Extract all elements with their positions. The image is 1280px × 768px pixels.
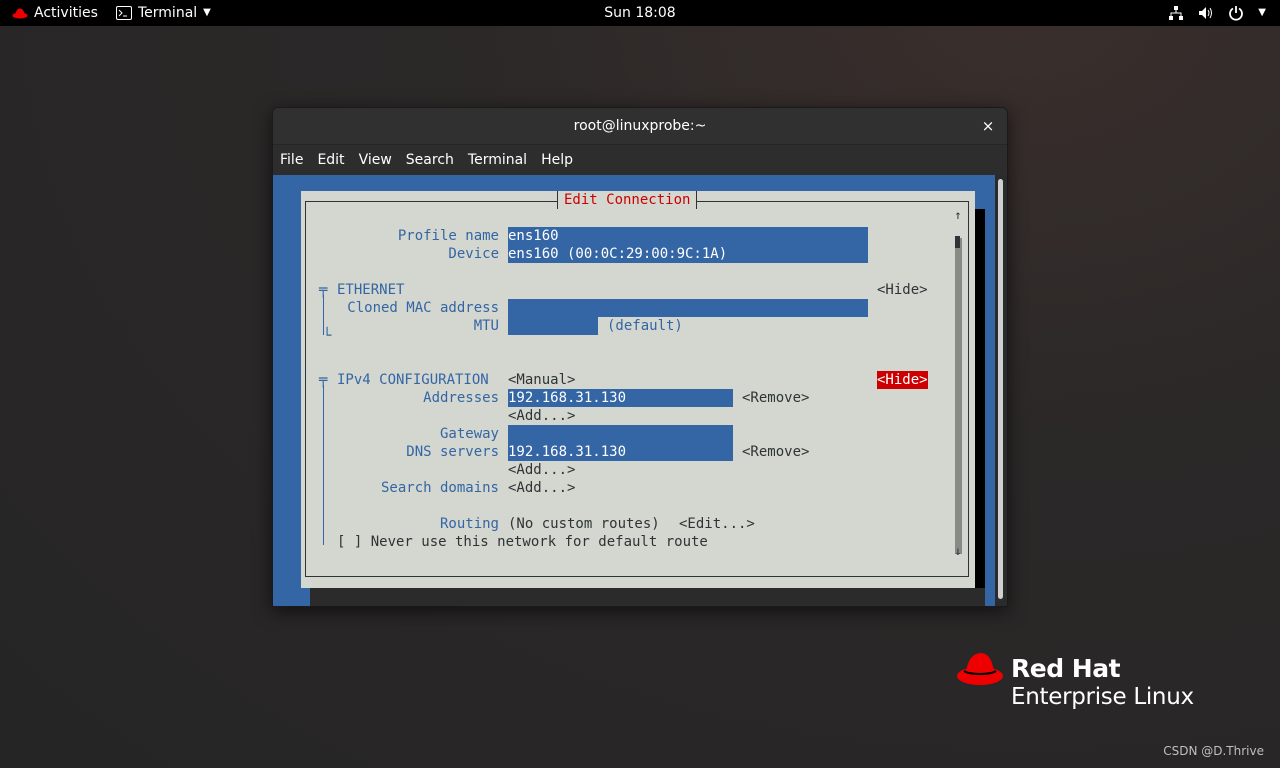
top-bar: Activities Terminal ▼ Sun 18:08 ▼	[0, 0, 1280, 26]
brand-line-1: Red Hat	[1011, 654, 1121, 683]
ipv4-method-dropdown[interactable]: <Manual>	[508, 371, 575, 389]
ipv4-hide-button[interactable]: <Hide>	[877, 371, 928, 389]
ipv4-header: IPv4 CONFIGURATION	[337, 372, 489, 388]
scrollbar-track[interactable]	[955, 238, 962, 554]
address-remove-button[interactable]: <Remove>	[742, 389, 809, 407]
power-icon	[1229, 6, 1244, 21]
cloned-mac-label: Cloned MAC address	[347, 300, 499, 316]
mtu-field[interactable]	[508, 317, 598, 335]
terminal-content[interactable]: Edit Connection Profile name ens160 Devi…	[273, 175, 995, 606]
menu-edit[interactable]: Edit	[310, 152, 351, 168]
addresses-label: Addresses	[423, 390, 499, 406]
activities-button[interactable]: Activities	[12, 0, 98, 26]
redhat-icon	[12, 8, 28, 19]
network-icon	[1169, 6, 1184, 20]
app-menu-terminal[interactable]: Terminal ▼	[116, 0, 211, 26]
dns-add-button[interactable]: <Add...>	[508, 461, 575, 479]
ethernet-hide-button[interactable]: <Hide>	[877, 281, 928, 299]
edit-connection-dialog: Edit Connection Profile name ens160 Devi…	[301, 191, 975, 588]
mtu-label: MTU	[473, 318, 499, 334]
dialog-shadow	[310, 588, 985, 606]
device-field[interactable]: ens160 (00:0C:29:00:9C:1A)	[508, 245, 868, 263]
window-title: root@linuxprobe:~	[573, 118, 707, 134]
menu-search[interactable]: Search	[399, 152, 461, 168]
watermark: CSDN @D.Thrive	[1163, 744, 1264, 758]
clock-label[interactable]: Sun 18:08	[604, 5, 675, 21]
ipv4-bracket	[323, 385, 324, 545]
menu-file[interactable]: File	[273, 152, 310, 168]
activities-label: Activities	[34, 5, 98, 21]
dialog-title: Edit Connection	[557, 191, 698, 209]
menu-bar: File Edit View Search Terminal Help	[273, 144, 1007, 175]
terminal-scrollbar[interactable]	[995, 175, 1007, 606]
redhat-branding: Red Hat Enterprise Linux	[956, 650, 1206, 710]
device-label: Device	[448, 246, 499, 262]
search-domains-label: Search domains	[380, 480, 499, 496]
dns-remove-button[interactable]: <Remove>	[742, 443, 809, 461]
cloned-mac-field[interactable]	[508, 299, 868, 317]
ethernet-bracket-end: └	[323, 328, 332, 344]
dns-label: DNS servers	[406, 444, 499, 460]
gateway-field[interactable]	[508, 425, 733, 443]
scroll-down-icon[interactable]: ↓	[953, 544, 963, 558]
chevron-down-icon: ▼	[203, 7, 211, 18]
address-field[interactable]: 192.168.31.130	[508, 389, 733, 407]
gateway-label: Gateway	[439, 426, 499, 442]
close-button[interactable]: ×	[979, 108, 997, 144]
routing-label: Routing	[439, 516, 499, 532]
window-titlebar[interactable]: root@linuxprobe:~	[273, 108, 1007, 144]
scrollbar-thumb[interactable]	[955, 236, 960, 248]
menu-view[interactable]: View	[352, 152, 399, 168]
profile-name-label: Profile name	[397, 228, 499, 244]
brand-line-2: Enterprise Linux	[1011, 684, 1194, 710]
profile-name-field[interactable]: ens160	[508, 227, 868, 245]
dialog-shadow	[975, 209, 985, 605]
mtu-hint: (default)	[607, 318, 683, 334]
app-name-label: Terminal	[138, 5, 198, 21]
ethernet-header: ETHERNET	[337, 282, 405, 298]
routing-value: (No custom routes)	[508, 516, 660, 532]
terminal-icon	[116, 6, 132, 20]
dns-field[interactable]: 192.168.31.130	[508, 443, 733, 461]
search-domains-add-button[interactable]: <Add...>	[508, 479, 575, 497]
dialog-scrollbar[interactable]: ↑ ↓	[953, 208, 963, 560]
system-tray[interactable]: ▼	[1168, 0, 1266, 26]
routing-edit-button[interactable]: <Edit...>	[679, 515, 755, 533]
redhat-logo-icon	[957, 653, 1003, 685]
scroll-up-icon[interactable]: ↑	[953, 208, 963, 222]
terminal-scrollbar-thumb[interactable]	[998, 179, 1003, 599]
terminal-window: root@linuxprobe:~ × File Edit View Searc…	[272, 107, 1008, 607]
address-add-button[interactable]: <Add...>	[508, 407, 575, 425]
chevron-down-icon: ▼	[1258, 7, 1266, 18]
never-default-route-checkbox[interactable]: [ ] Never use this network for default r…	[337, 533, 708, 551]
volume-icon	[1199, 7, 1213, 19]
menu-terminal[interactable]: Terminal	[461, 152, 534, 168]
menu-help[interactable]: Help	[534, 152, 580, 168]
